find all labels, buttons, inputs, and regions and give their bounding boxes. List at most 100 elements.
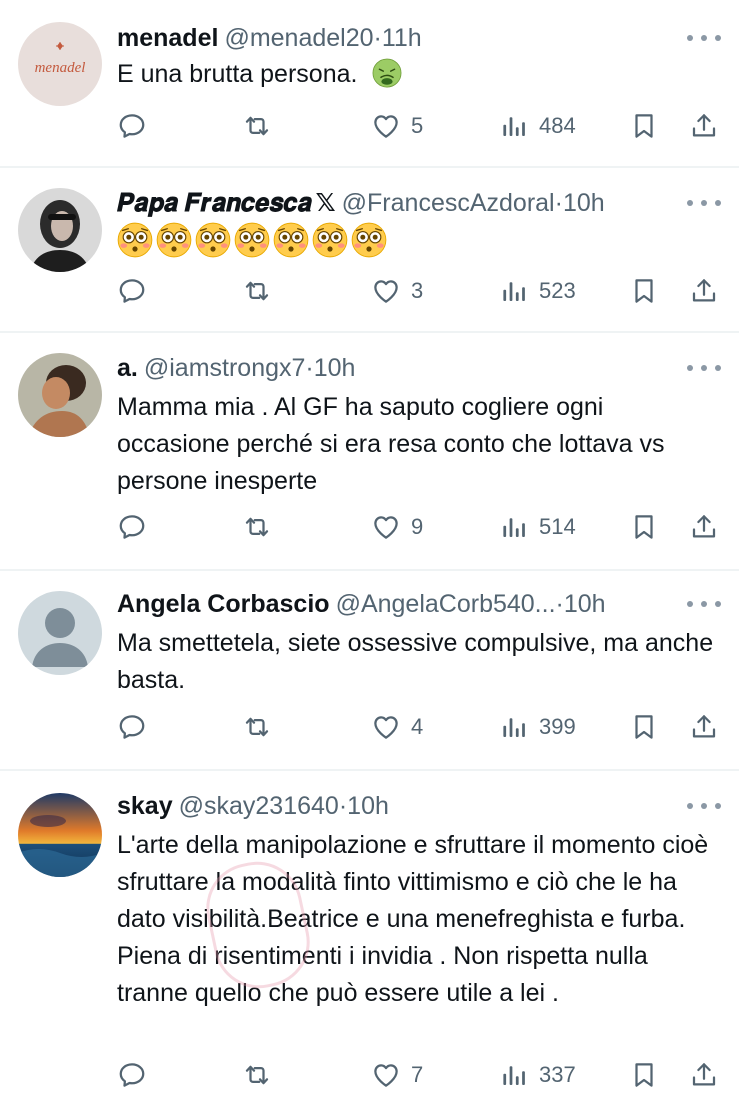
separator-dot: · <box>555 590 564 618</box>
avatar[interactable] <box>18 793 102 877</box>
heart-icon <box>371 111 401 141</box>
retweet-icon <box>242 1060 272 1090</box>
like-button[interactable]: 4 <box>371 707 423 747</box>
tweet-header: a. @iamstrongx7·10h <box>117 351 679 385</box>
reply-button[interactable] <box>117 507 147 547</box>
avatar[interactable] <box>18 188 102 272</box>
tweet-text: L'arte della manipolazione e sfruttare i… <box>117 831 709 1007</box>
views-button[interactable]: 399 <box>499 707 576 747</box>
flushed-face-emoji <box>117 222 153 258</box>
bookmark-button[interactable] <box>629 1055 659 1095</box>
like-button[interactable]: 5 <box>371 106 423 146</box>
views-button[interactable]: 514 <box>499 507 576 547</box>
user-handle[interactable]: @FrancescAzdoral <box>342 189 555 217</box>
views-icon <box>499 276 529 306</box>
reply-icon <box>117 712 147 742</box>
retweet-button[interactable] <box>242 271 272 311</box>
bookmark-icon <box>629 712 659 742</box>
views-button[interactable]: 523 <box>499 271 576 311</box>
share-icon <box>689 111 719 141</box>
user-handle[interactable]: @skay231640 <box>179 792 339 820</box>
like-count: 4 <box>411 714 424 739</box>
user-handle[interactable]: @AngelaCorb540... <box>336 590 556 618</box>
display-name[interactable]: 𝑷𝒂𝒑𝒂 𝑭𝒓𝒂𝒏𝒄𝒆𝒔𝒄𝒂 <box>117 189 312 217</box>
x-badge: 𝕏 <box>315 189 336 217</box>
views-button[interactable]: 484 <box>499 106 576 146</box>
avatar[interactable] <box>18 353 102 437</box>
retweet-icon <box>242 276 272 306</box>
bookmark-button[interactable] <box>629 271 659 311</box>
tweet-header: Angela Corbascio @AngelaCorb540...·10h <box>117 587 679 621</box>
bookmark-icon <box>629 111 659 141</box>
bookmark-button[interactable] <box>629 106 659 146</box>
tweet-item[interactable]: skay @skay231640·10h L'arte della manipol… <box>0 771 739 1110</box>
reply-button[interactable] <box>117 707 147 747</box>
views-icon <box>499 512 529 542</box>
tweet-item[interactable]: Angela Corbascio @AngelaCorb540...·10h Ma… <box>0 571 739 769</box>
nauseated-face-emoji <box>372 58 402 88</box>
bookmark-icon <box>629 276 659 306</box>
timestamp[interactable]: 10h <box>563 189 605 217</box>
view-count: 484 <box>539 113 576 138</box>
reply-button[interactable] <box>117 1055 147 1095</box>
retweet-button[interactable] <box>242 707 272 747</box>
views-icon <box>499 712 529 742</box>
display-name[interactable]: a. <box>117 354 138 382</box>
avatar-logo-text: menadel <box>35 60 86 76</box>
like-count: 3 <box>411 278 424 303</box>
reply-icon <box>117 512 147 542</box>
view-count: 514 <box>539 514 576 539</box>
more-icon[interactable] <box>687 193 721 213</box>
user-handle[interactable]: @menadel20 <box>224 24 373 52</box>
more-icon[interactable] <box>687 28 721 48</box>
display-name[interactable]: skay <box>117 792 173 820</box>
tweet-item[interactable]: menadel menadel @menadel20·11h E una brut… <box>0 0 739 167</box>
share-button[interactable] <box>689 707 719 747</box>
like-button[interactable]: 3 <box>371 271 423 311</box>
heart-icon <box>371 1060 401 1090</box>
timestamp[interactable]: 10h <box>347 792 389 820</box>
timestamp[interactable]: 11h <box>382 24 422 52</box>
tweet-item[interactable]: a. @iamstrongx7·10h Mamma mia . Al GF ha … <box>0 333 739 569</box>
views-button[interactable]: 337 <box>499 1055 576 1095</box>
share-button[interactable] <box>689 271 719 311</box>
view-count: 337 <box>539 1062 576 1087</box>
timestamp[interactable]: 10h <box>564 590 606 618</box>
like-count: 7 <box>411 1062 424 1087</box>
display-name[interactable]: menadel <box>117 24 218 52</box>
avatar[interactable]: menadel <box>18 22 102 106</box>
tweet-actions: 7 337 <box>117 1055 721 1095</box>
tweet-item[interactable]: 𝑷𝒂𝒑𝒂 𝑭𝒓𝒂𝒏𝒄𝒆𝒔𝒄𝒂 𝕏 @FrancescAzdoral·10h 3 52… <box>0 168 739 332</box>
bookmark-button[interactable] <box>629 507 659 547</box>
more-icon[interactable] <box>687 796 721 816</box>
like-count: 5 <box>411 113 424 138</box>
timestamp[interactable]: 10h <box>314 354 356 382</box>
display-name[interactable]: Angela Corbascio <box>117 590 330 618</box>
reply-button[interactable] <box>117 106 147 146</box>
tweet-actions: 9 514 <box>117 507 721 547</box>
tweet-text: Ma smettetela, siete ossessive compulsiv… <box>117 629 714 694</box>
share-button[interactable] <box>689 106 719 146</box>
retweet-button[interactable] <box>242 1055 272 1095</box>
more-icon[interactable] <box>687 358 721 378</box>
tweet-text <box>117 222 715 263</box>
like-button[interactable]: 7 <box>371 1055 423 1095</box>
share-button[interactable] <box>689 1055 719 1095</box>
user-handle[interactable]: @iamstrongx7 <box>144 354 306 382</box>
retweet-icon <box>242 512 272 542</box>
reply-icon <box>117 111 147 141</box>
flushed-face-emoji <box>312 222 348 258</box>
retweet-icon <box>242 111 272 141</box>
share-button[interactable] <box>689 507 719 547</box>
retweet-button[interactable] <box>242 507 272 547</box>
tweet-header: 𝑷𝒂𝒑𝒂 𝑭𝒓𝒂𝒏𝒄𝒆𝒔𝒄𝒂 𝕏 @FrancescAzdoral·10h <box>117 186 679 220</box>
reply-button[interactable] <box>117 271 147 311</box>
more-icon[interactable] <box>687 594 721 614</box>
avatar[interactable] <box>18 591 102 675</box>
tweet-actions: 4 399 <box>117 707 721 747</box>
tweet-actions: 5 484 <box>117 106 721 146</box>
bookmark-button[interactable] <box>629 707 659 747</box>
tweet-text: Mamma mia . Al GF ha saputo cogliere ogn… <box>117 393 665 495</box>
like-button[interactable]: 9 <box>371 507 423 547</box>
retweet-button[interactable] <box>242 106 272 146</box>
